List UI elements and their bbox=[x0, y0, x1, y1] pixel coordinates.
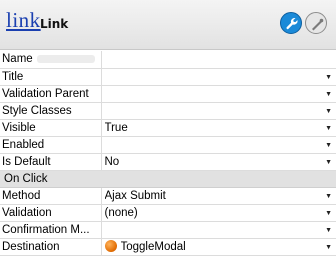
widget-kind-link[interactable]: link bbox=[6, 8, 41, 33]
options-icon[interactable] bbox=[305, 12, 327, 34]
dropdown-arrow-icon[interactable]: ▼ bbox=[325, 188, 332, 204]
dropdown-arrow-icon[interactable]: ▼ bbox=[325, 137, 332, 153]
property-label: Style Classes bbox=[0, 102, 102, 120]
visible-select[interactable]: True ▼ bbox=[101, 119, 336, 137]
property-row-is-default[interactable]: Is Default No ▼ bbox=[0, 153, 336, 171]
title-field[interactable]: ▼ bbox=[101, 68, 336, 86]
style-classes-field[interactable]: ▼ bbox=[101, 102, 336, 120]
section-header[interactable]: On Click bbox=[0, 170, 336, 188]
method-select[interactable]: Ajax Submit ▼ bbox=[101, 187, 336, 205]
validation-select[interactable]: (none) ▼ bbox=[101, 204, 336, 222]
property-label: Name bbox=[2, 53, 33, 66]
property-label: Method bbox=[0, 187, 102, 205]
properties-grid: Name Title ▼ Validation Parent ▼ Style C… bbox=[0, 51, 336, 256]
property-row-style-classes[interactable]: Style Classes ▼ bbox=[0, 102, 336, 120]
dropdown-arrow-icon[interactable]: ▼ bbox=[325, 154, 332, 170]
is-default-select[interactable]: No ▼ bbox=[101, 153, 336, 171]
name-field[interactable] bbox=[101, 51, 336, 69]
property-label: Enabled bbox=[0, 136, 102, 154]
dropdown-arrow-icon[interactable]: ▼ bbox=[325, 103, 332, 119]
property-label: Validation bbox=[0, 204, 102, 222]
redacted-value bbox=[36, 55, 95, 64]
property-row-confirmation-message[interactable]: Confirmation M... ▼ bbox=[0, 221, 336, 239]
dropdown-arrow-icon[interactable]: ▼ bbox=[325, 86, 332, 102]
dropdown-arrow-icon[interactable]: ▼ bbox=[325, 222, 332, 238]
orange-orb-icon bbox=[104, 239, 117, 252]
section-on-click[interactable]: On Click bbox=[0, 170, 336, 188]
property-label: Destination bbox=[0, 238, 102, 256]
property-label: Validation Parent bbox=[0, 85, 102, 103]
destination-select[interactable]: ToggleModal ▼ bbox=[101, 238, 336, 256]
property-row-visible[interactable]: Visible True ▼ bbox=[0, 119, 336, 137]
property-row-validation-parent[interactable]: Validation Parent ▼ bbox=[0, 85, 336, 103]
property-row-validation[interactable]: Validation (none) ▼ bbox=[0, 204, 336, 222]
widget-header: link Link bbox=[0, 0, 336, 50]
dropdown-arrow-icon[interactable]: ▼ bbox=[325, 69, 332, 85]
property-label: Visible bbox=[0, 119, 102, 137]
property-row-enabled[interactable]: Enabled ▼ bbox=[0, 136, 336, 154]
property-row-destination[interactable]: Destination ToggleModal ▼ bbox=[0, 238, 336, 256]
widget-name: Link bbox=[40, 17, 69, 31]
confirmation-message-field[interactable]: ▼ bbox=[101, 221, 336, 239]
enabled-select[interactable]: ▼ bbox=[101, 136, 336, 154]
property-label: Confirmation M... bbox=[0, 221, 102, 239]
dropdown-arrow-icon[interactable]: ▼ bbox=[325, 239, 332, 255]
property-label: Is Default bbox=[0, 153, 102, 171]
dropdown-arrow-icon[interactable]: ▼ bbox=[325, 120, 332, 136]
property-row-title[interactable]: Title ▼ bbox=[0, 68, 336, 86]
validation-parent-field[interactable]: ▼ bbox=[101, 85, 336, 103]
property-row-name[interactable]: Name bbox=[0, 51, 336, 69]
dropdown-arrow-icon[interactable]: ▼ bbox=[325, 205, 332, 221]
property-label: Title bbox=[0, 68, 102, 86]
wrench-icon[interactable] bbox=[280, 12, 302, 34]
property-row-method[interactable]: Method Ajax Submit ▼ bbox=[0, 187, 336, 205]
